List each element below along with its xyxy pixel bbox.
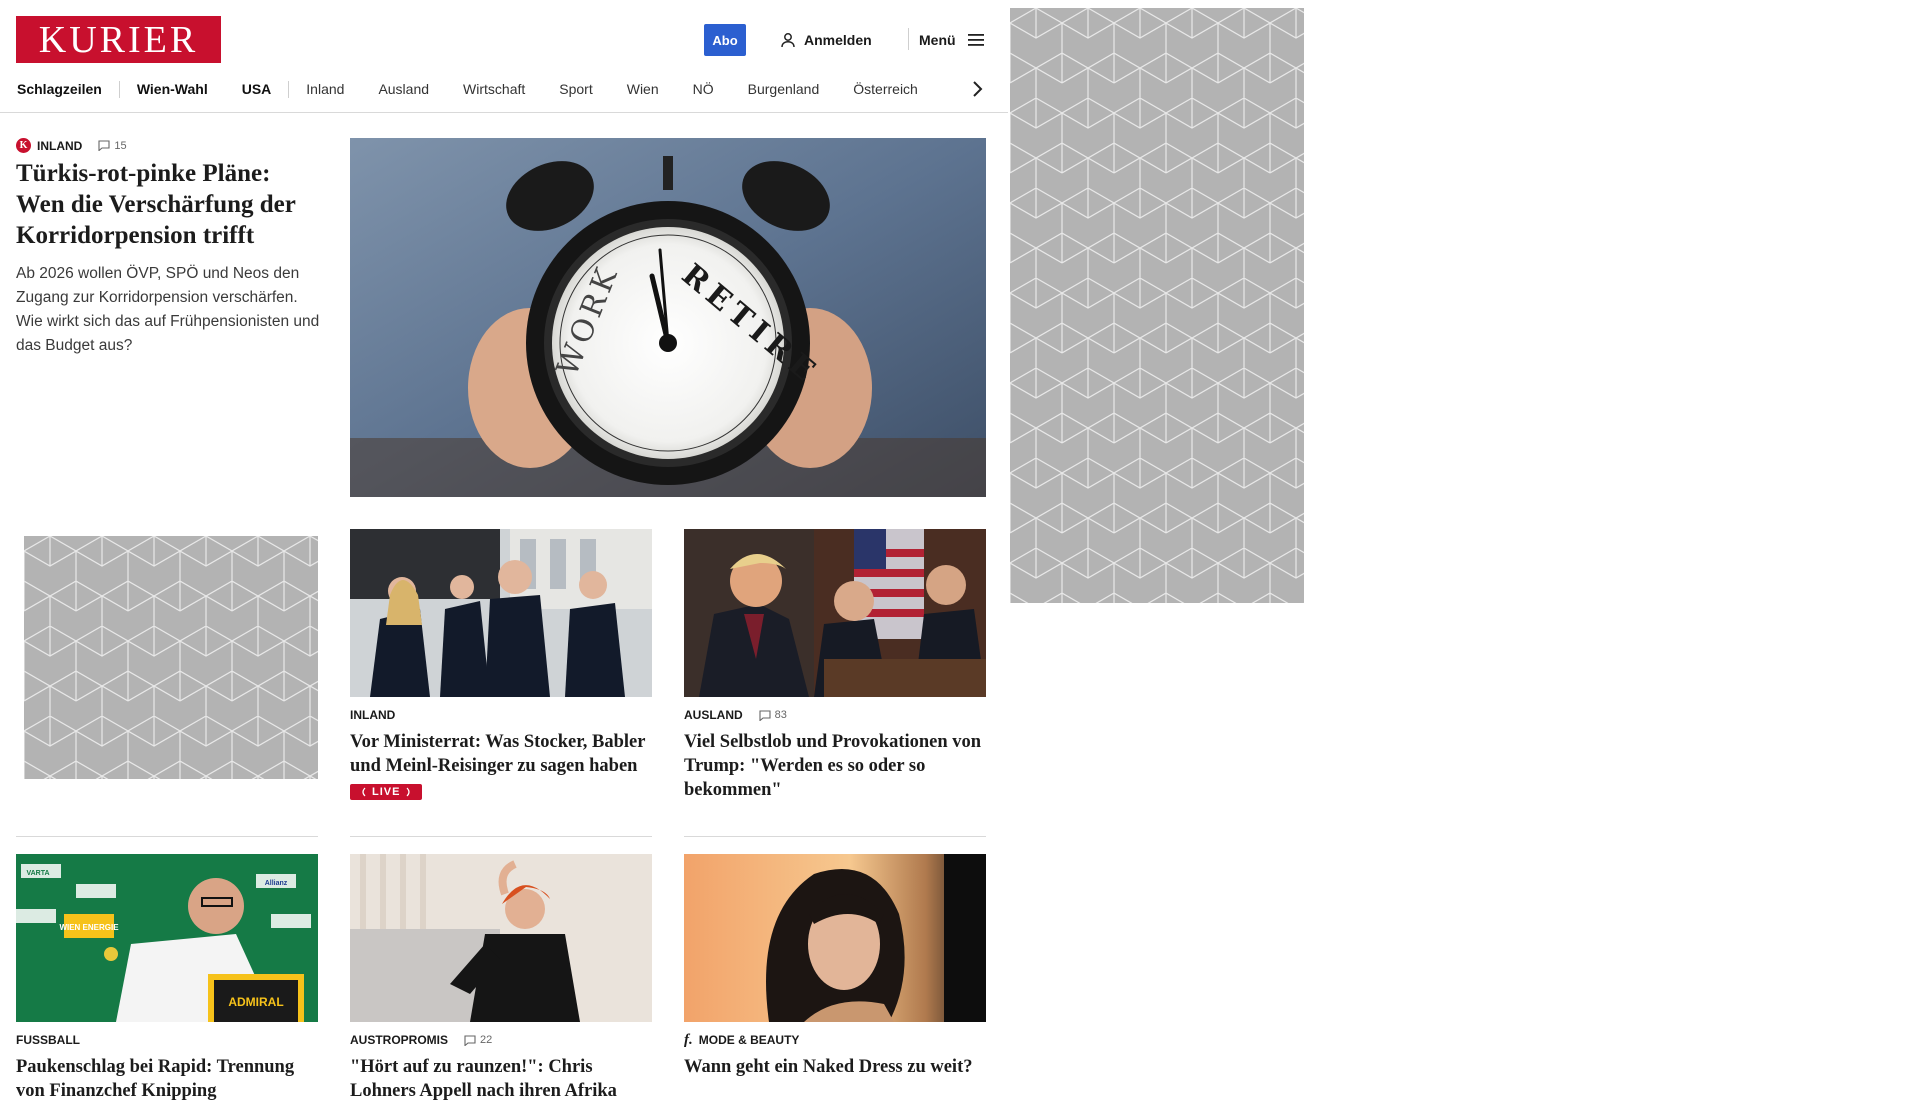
- article-image[interactable]: [350, 854, 652, 1022]
- article-category[interactable]: AUSLAND: [684, 708, 743, 722]
- freizeit-f-icon: f.: [684, 1031, 693, 1048]
- nav-item-schlagzeilen[interactable]: Schlagzeilen: [0, 81, 102, 97]
- article-image[interactable]: [684, 854, 986, 1022]
- hero-category[interactable]: INLAND: [37, 139, 82, 153]
- comment-icon: [98, 140, 110, 151]
- nav-item-wirtschaft[interactable]: Wirtschaft: [446, 81, 525, 97]
- nav-item-ausland[interactable]: Ausland: [361, 81, 429, 97]
- sponsor-sign: WIEN ENERGIE: [59, 923, 119, 932]
- article-title[interactable]: "Hört auf zu raunzen!": Chris Lohners Ap…: [350, 1055, 652, 1103]
- menu-label: Menü: [919, 32, 956, 48]
- kurier-k-icon: K: [16, 138, 31, 153]
- user-icon: [781, 33, 795, 48]
- article-card[interactable]: WIEN ENERGIE VARTA Allianz ADMIRAL FUSSB…: [16, 854, 318, 1103]
- article-meta: AUSLAND 83: [684, 708, 986, 722]
- hero-teaser[interactable]: Ab 2026 wollen ÖVP, SPÖ und Neos den Zug…: [16, 262, 326, 358]
- live-signal-icon: [407, 787, 411, 797]
- live-badge-label: LIVE: [372, 786, 401, 798]
- nav-item-oesterreich[interactable]: Österreich: [836, 81, 918, 97]
- article-category[interactable]: INLAND: [350, 708, 395, 722]
- article-comment-count[interactable]: 22: [464, 1034, 492, 1046]
- article-category[interactable]: FUSSBALL: [16, 1033, 80, 1047]
- row-divider: [16, 836, 318, 837]
- article-comments: 83: [774, 709, 787, 721]
- article-title[interactable]: Viel Selbstlob und Provokationen von Tru…: [684, 730, 986, 802]
- nav-item-wien[interactable]: Wien: [610, 81, 659, 97]
- article-category[interactable]: MODE & BEAUTY: [699, 1033, 800, 1047]
- row-divider: [350, 836, 652, 837]
- hero-image[interactable]: WORK RETIRE: [350, 138, 986, 497]
- header-divider: [908, 28, 909, 50]
- comment-icon: [759, 709, 771, 721]
- article-image[interactable]: WIEN ENERGIE VARTA Allianz ADMIRAL: [16, 854, 318, 1022]
- article-comments: 22: [480, 1034, 493, 1046]
- row-divider: [684, 836, 986, 837]
- hero-comment-count[interactable]: 15: [98, 139, 127, 152]
- hero-comments: 15: [114, 139, 127, 152]
- article-title[interactable]: Wann geht ein Naked Dress zu weit?: [684, 1055, 986, 1079]
- live-badge: LIVE: [350, 784, 423, 800]
- logo-text: KURIER: [38, 18, 199, 61]
- article-comment-count[interactable]: 83: [759, 709, 787, 721]
- article-card[interactable]: AUSTROPROMIS 22 "Hört auf zu raunzen!": …: [350, 854, 652, 1103]
- ad-rectangle[interactable]: [24, 536, 318, 779]
- header-divider-line: [0, 112, 1008, 113]
- article-title[interactable]: Vor Ministerrat: Was Stocker, Babler und…: [350, 730, 652, 778]
- sponsor-sign: ADMIRAL: [228, 995, 283, 1009]
- article-card[interactable]: AUSLAND 83 Viel Selbstlob und Provokatio…: [684, 529, 986, 802]
- article-meta: f. MODE & BEAUTY: [684, 1031, 986, 1048]
- article-image[interactable]: [684, 529, 986, 697]
- comment-icon: [464, 1034, 476, 1046]
- abo-button[interactable]: Abo: [704, 24, 746, 56]
- nav-item-noe[interactable]: NÖ: [676, 81, 714, 97]
- nav-item-wien-wahl[interactable]: Wien-Wahl: [120, 81, 208, 97]
- login-label: Anmelden: [804, 32, 872, 48]
- section-nav: Schlagzeilen Wien-Wahl USA Inland Auslan…: [0, 72, 1005, 106]
- hero-title[interactable]: Türkis-rot-pinke Pläne: Wen die Verschär…: [16, 158, 321, 251]
- nav-item-sport[interactable]: Sport: [542, 81, 592, 97]
- kurier-logo[interactable]: KURIER: [16, 16, 221, 63]
- live-signal-icon: [362, 787, 366, 797]
- nav-item-usa[interactable]: USA: [225, 81, 272, 97]
- menu-button[interactable]: Menü: [919, 29, 985, 51]
- article-card[interactable]: f. MODE & BEAUTY Wann geht ein Naked Dre…: [684, 854, 986, 1079]
- nav-item-inland[interactable]: Inland: [289, 81, 344, 97]
- article-meta: AUSTROPROMIS 22: [350, 1033, 652, 1047]
- hamburger-icon: [967, 34, 984, 46]
- article-meta: INLAND: [350, 708, 652, 722]
- nav-item-burgenland[interactable]: Burgenland: [731, 81, 820, 97]
- sponsor-sign: Allianz: [265, 880, 288, 887]
- article-title[interactable]: Paukenschlag bei Rapid: Trennung von Fin…: [16, 1055, 318, 1103]
- nav-scroll-right-button[interactable]: [966, 77, 990, 101]
- login-button[interactable]: Anmelden: [780, 29, 872, 51]
- sponsor-sign: VARTA: [26, 870, 49, 877]
- hero-meta: K INLAND 15: [16, 138, 127, 153]
- ad-skyscraper[interactable]: [1010, 8, 1304, 603]
- article-category[interactable]: AUSTROPROMIS: [350, 1033, 448, 1047]
- chevron-right-icon: [973, 81, 983, 97]
- article-card[interactable]: INLAND Vor Ministerrat: Was Stocker, Bab…: [350, 529, 652, 802]
- article-image[interactable]: [350, 529, 652, 697]
- article-meta: FUSSBALL: [16, 1033, 318, 1047]
